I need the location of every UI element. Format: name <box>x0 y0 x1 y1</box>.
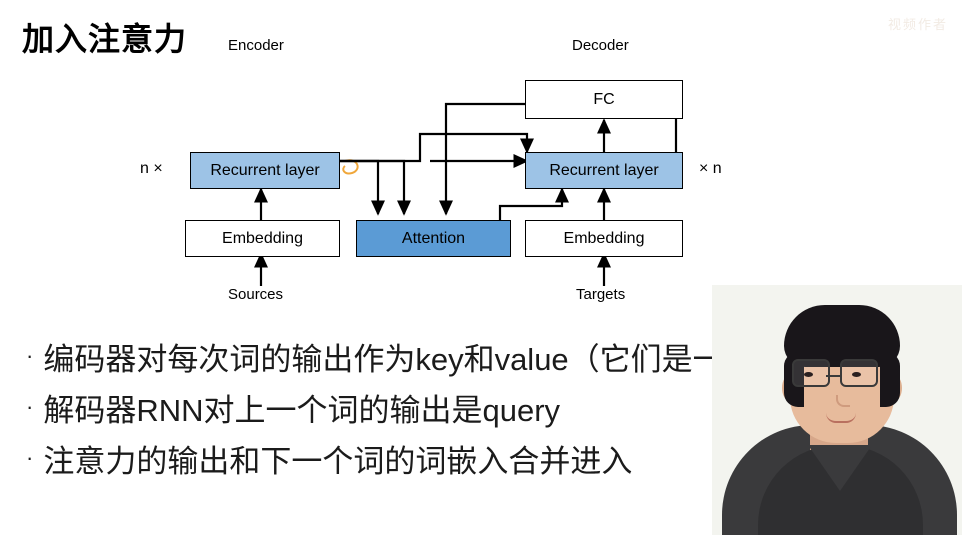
bullet-marker: · <box>26 343 34 368</box>
bullet-text: 编码器对每次词的输出作为key和value（它们是一样的） <box>43 342 817 377</box>
bullet-text: 解码器RNN对上一个词的输出是query <box>43 392 561 428</box>
encoder-embedding-box: Embedding <box>185 220 340 257</box>
slide: 加入注意力 视频作者 Encoder Decoder FC Recurrent … <box>0 0 962 535</box>
encoder-stack-multiplier: n × <box>140 160 163 177</box>
decoder-embedding-box: Embedding <box>525 220 683 257</box>
presenter-video <box>712 285 962 535</box>
decoder-recurrent-layer-box: Recurrent layer <box>525 152 683 189</box>
presenter-glasses-bridge <box>826 374 840 377</box>
encoder-recurrent-layer-box: Recurrent layer <box>190 152 340 189</box>
presenter-eye-right <box>852 372 861 377</box>
decoder-stack-multiplier: × n <box>699 160 722 177</box>
attention-box: Attention <box>356 220 511 257</box>
presenter-hair-right <box>880 352 900 407</box>
architecture-diagram: Encoder Decoder FC Recurrent layer Recur… <box>0 28 962 313</box>
presenter-eye-left <box>804 372 813 377</box>
fc-box: FC <box>525 80 683 119</box>
sources-label: Sources <box>228 286 284 303</box>
bullet-marker: · <box>26 444 34 470</box>
bullet-marker: · <box>26 393 34 419</box>
targets-label: Targets <box>576 286 626 303</box>
bullet-text: 注意力的输出和下一个词的词嵌入合并进入 <box>43 443 633 479</box>
presenter-nose <box>836 395 850 407</box>
